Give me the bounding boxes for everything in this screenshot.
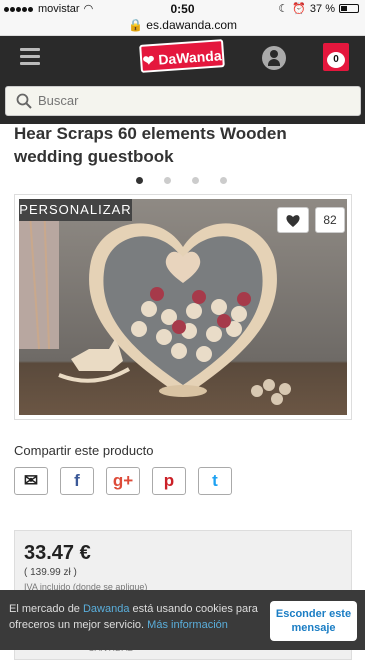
site-header: ❤ DaWanda 0 [0, 36, 365, 78]
logo-text: DaWanda [157, 47, 223, 68]
pager-dot[interactable] [164, 177, 171, 184]
personalize-badge[interactable]: PERSONALIZAR [19, 199, 132, 221]
more-info-link[interactable]: Más información [147, 619, 228, 631]
battery-icon [339, 4, 359, 13]
favorite-button[interactable] [277, 207, 309, 233]
price-secondary: ( 139.99 zł ) [24, 567, 77, 578]
share-title: Compartir este producto [14, 443, 154, 458]
alarm-icon: ⏰ [292, 3, 306, 15]
gallery-pager[interactable] [136, 177, 227, 184]
pager-dot[interactable] [136, 177, 143, 184]
product-image-frame[interactable]: PERSONALIZAR 82 [14, 194, 352, 420]
share-pinterest-button[interactable]: p [152, 467, 186, 495]
pager-dot[interactable] [220, 177, 227, 184]
share-email-button[interactable]: ✉ [14, 467, 48, 495]
user-account-icon[interactable] [262, 46, 286, 70]
cart-count: 0 [327, 52, 345, 68]
url-text: es.dawanda.com [146, 18, 238, 32]
search-input[interactable] [38, 93, 338, 108]
email-icon: ✉ [23, 471, 39, 490]
shopping-bag-icon[interactable]: 0 [323, 43, 349, 71]
url-bar[interactable]: 🔒 es.dawanda.com [0, 18, 365, 36]
favorites-count: 82 [315, 207, 345, 233]
share-buttons: ✉ f g+ p t [14, 467, 232, 495]
pinterest-icon: p [163, 471, 175, 490]
cookie-text-before: El mercado de [9, 603, 83, 615]
search-box[interactable] [5, 86, 361, 116]
dawanda-logo[interactable]: ❤ DaWanda [139, 39, 225, 73]
share-facebook-button[interactable]: f [60, 467, 94, 495]
share-googleplus-button[interactable]: g+ [106, 467, 140, 495]
cookie-banner: El mercado de Dawanda está usando cookie… [0, 590, 365, 650]
heart-icon [286, 215, 300, 227]
price-main: 33.47 € [24, 542, 91, 564]
search-bar-container [0, 78, 365, 124]
googleplus-icon: g+ [112, 471, 134, 490]
pager-dot[interactable] [192, 177, 199, 184]
twitter-icon: t [212, 471, 218, 490]
menu-icon[interactable] [20, 48, 40, 66]
lock-icon: 🔒 [127, 18, 143, 32]
status-bar: movistar ◠ 0:50 ☾ ⏰ 37 % [0, 0, 365, 18]
search-icon [16, 93, 32, 109]
share-twitter-button[interactable]: t [198, 467, 232, 495]
product-title: Hear Scraps 60 elements Wooden wedding g… [14, 124, 287, 166]
cookie-brand-link[interactable]: Dawanda [83, 603, 129, 615]
facebook-icon: f [74, 471, 80, 490]
product-photo[interactable]: PERSONALIZAR 82 [19, 199, 347, 415]
moon-icon: ☾ [278, 3, 289, 15]
cookie-text: El mercado de Dawanda está usando cookie… [9, 601, 259, 633]
hide-message-button[interactable]: Esconder este mensaje [270, 601, 357, 641]
battery-percent: 37 % [309, 2, 335, 15]
